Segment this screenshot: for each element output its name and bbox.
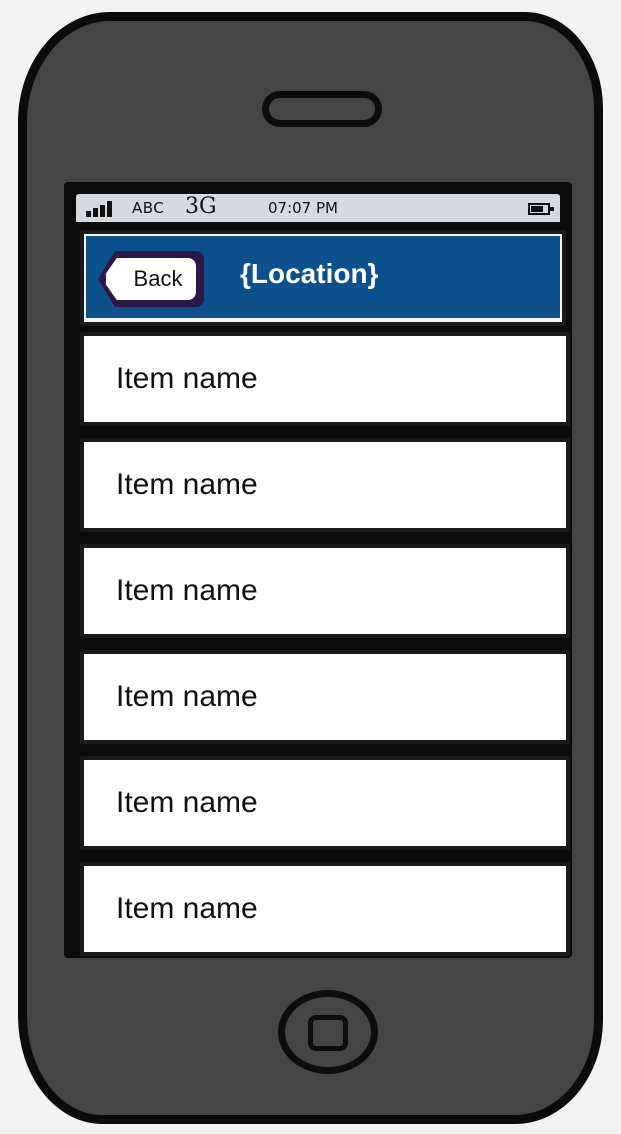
- list-item[interactable]: Item name: [80, 650, 570, 744]
- status-time: 07:07 PM: [268, 199, 338, 217]
- mockup-canvas: ABC 3G 07:07 PM Back {Location} Item nam…: [0, 0, 621, 1134]
- back-button[interactable]: Back: [102, 254, 200, 304]
- item-list: Item name Item name Item name Item name …: [80, 332, 570, 958]
- list-item-label: Item name: [116, 680, 258, 713]
- battery-icon: [528, 203, 554, 215]
- list-item-label: Item name: [116, 786, 258, 819]
- speaker-slot: [262, 91, 382, 127]
- navigation-bar-background: Back {Location}: [86, 236, 560, 318]
- phone-screen: ABC 3G 07:07 PM Back {Location} Item nam…: [64, 182, 572, 958]
- status-bar: ABC 3G 07:07 PM: [76, 194, 560, 222]
- list-item-label: Item name: [116, 892, 258, 925]
- network-type: 3G: [185, 194, 217, 219]
- list-item-label: Item name: [116, 468, 258, 501]
- list-item[interactable]: Item name: [80, 862, 570, 956]
- list-item[interactable]: Item name: [80, 756, 570, 850]
- list-item[interactable]: Item name: [80, 332, 570, 426]
- navigation-bar: Back {Location}: [80, 230, 566, 326]
- list-item-label: Item name: [116, 574, 258, 607]
- list-item[interactable]: Item name: [80, 544, 570, 638]
- carrier-name: ABC: [132, 199, 165, 217]
- signal-bars-icon: [86, 201, 116, 217]
- list-item-label: Item name: [116, 362, 258, 395]
- home-button-icon: [308, 1015, 348, 1051]
- page-title: {Location}: [240, 258, 379, 289]
- list-item[interactable]: Item name: [80, 438, 570, 532]
